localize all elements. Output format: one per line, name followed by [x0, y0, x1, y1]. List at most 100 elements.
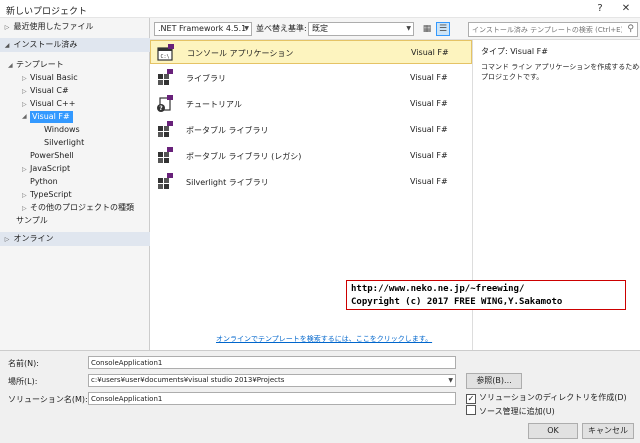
- left-nav-pane: ▷ 最近使用したファイル ◢ インストール済み ◢ テンプレート ▷ Visual …: [0, 18, 150, 350]
- small-icons-view-button[interactable]: ▦: [420, 22, 434, 36]
- tree-item-powershell[interactable]: PowerShell: [30, 150, 74, 162]
- svg-text:?: ?: [159, 105, 163, 112]
- cancel-button[interactable]: キャンセル: [582, 423, 634, 439]
- framework-value: .NET Framework 4.5.1: [158, 24, 247, 33]
- tree-item-samples[interactable]: サンプル: [16, 215, 48, 227]
- tree-item-javascript[interactable]: ▷ JavaScript: [22, 163, 70, 175]
- expand-caret-icon: ▷: [4, 24, 10, 31]
- template-name: ポータブル ライブラリ (レガシ): [186, 152, 302, 161]
- ok-button[interactable]: OK: [528, 423, 578, 439]
- source-control-label: ソース管理に追加(U): [479, 407, 555, 416]
- create-directory-label: ソリューションのディレクトリを作成(D): [479, 393, 627, 402]
- template-name: ライブラリ: [186, 74, 226, 83]
- online-templates-link[interactable]: オンラインでテンプレートを検索するには、ここをクリックします。: [216, 334, 432, 344]
- tree-templates-label: テンプレート: [16, 60, 64, 69]
- checkmark-icon: ✓: [466, 394, 476, 404]
- nav-installed-label: インストール済み: [13, 40, 78, 49]
- tutorial-icon: ?: [157, 95, 173, 112]
- collapse-arrow-icon: ◢: [22, 113, 27, 120]
- tree-item-python[interactable]: Python: [30, 176, 58, 188]
- watermark-copyright: Copyright (c) 2017 FREE WING,Y.Sakamoto: [351, 297, 563, 307]
- framework-dropdown[interactable]: .NET Framework 4.5.1 ▼: [154, 22, 252, 36]
- console-app-icon: C:\: [157, 44, 174, 61]
- template-row-portable-library-legacy[interactable]: ポータブル ライブラリ (レガシ) Visual F#: [150, 144, 472, 168]
- search-icon[interactable]: ⚲: [627, 24, 634, 34]
- create-directory-checkbox[interactable]: ✓ ソリューションのディレクトリを作成(D): [466, 392, 627, 404]
- tree-item-visual-basic[interactable]: ▷ Visual Basic: [22, 72, 78, 84]
- close-button[interactable]: ✕: [618, 2, 634, 16]
- copyright-watermark: http://www.neko.ne.jp/~freewing/ Copyrig…: [346, 280, 626, 310]
- tree-item-visual-cpp[interactable]: ▷ Visual C++: [22, 98, 75, 110]
- expand-arrow-icon: ▷: [22, 75, 27, 82]
- template-name: コンソール アプリケーション: [187, 49, 294, 58]
- template-description-line2: プロジェクトです。: [481, 73, 544, 81]
- list-view-icon: ☰: [438, 24, 448, 34]
- chevron-down-icon: ▼: [406, 25, 411, 32]
- template-row-silverlight-library[interactable]: Silverlight ライブラリ Visual F#: [150, 170, 472, 194]
- silverlight-library-icon: [158, 173, 173, 189]
- template-language: Visual F#: [410, 125, 448, 134]
- template-row-console-app[interactable]: C:\ コンソール アプリケーション Visual F#: [150, 40, 472, 64]
- template-description-line1: コマンド ライン アプリケーションを作成するための: [481, 63, 640, 71]
- template-language: Visual F#: [411, 48, 449, 57]
- nav-recent-label: 最近使用したファイル: [13, 22, 94, 31]
- collapse-arrow-icon: ◢: [8, 62, 13, 69]
- solution-name-label: ソリューション名(M):: [8, 395, 88, 404]
- list-view-button[interactable]: ☰: [436, 22, 450, 36]
- template-row-library[interactable]: ライブラリ Visual F#: [150, 66, 472, 90]
- tree-templates[interactable]: ◢ テンプレート: [8, 59, 64, 71]
- location-combobox[interactable]: c:¥users¥user¥documents¥visual studio 20…: [88, 374, 456, 387]
- project-form: 名前(N): 場所(L): c:¥users¥user¥documents¥vi…: [0, 350, 640, 443]
- template-language: Visual F#: [410, 151, 448, 160]
- sort-dropdown[interactable]: 既定 ▼: [308, 22, 414, 36]
- chevron-down-icon: ▼: [244, 25, 249, 32]
- browse-button[interactable]: 参照(B)...: [466, 373, 522, 389]
- template-type: タイプ: Visual F#: [481, 46, 548, 57]
- template-search-box[interactable]: ⚲: [468, 22, 638, 37]
- nav-online-label: オンライン: [13, 234, 54, 243]
- type-label: タイプ:: [481, 47, 508, 56]
- tree-item-silverlight[interactable]: Silverlight: [44, 137, 84, 149]
- tree-item-visual-fsharp[interactable]: ◢ Visual F#: [22, 111, 73, 123]
- empty-checkbox-icon: [466, 405, 476, 415]
- expand-caret-icon: ▷: [4, 236, 10, 243]
- tree-item-visual-fsharp-label: Visual F#: [30, 111, 73, 123]
- location-label: 場所(L):: [8, 377, 38, 386]
- type-value: Visual F#: [510, 47, 548, 56]
- expand-arrow-icon: ▷: [22, 192, 27, 199]
- template-language: Visual F#: [410, 99, 448, 108]
- source-control-checkbox[interactable]: ソース管理に追加(U): [466, 405, 555, 417]
- solution-name-input[interactable]: [88, 392, 456, 405]
- help-button[interactable]: ?: [592, 2, 608, 16]
- template-row-portable-library[interactable]: ポータブル ライブラリ Visual F#: [150, 118, 472, 142]
- nav-recent[interactable]: ▷ 最近使用したファイル: [0, 20, 94, 34]
- portable-library-legacy-icon: [158, 147, 173, 163]
- library-icon: [158, 69, 173, 85]
- svg-text:C:\: C:\: [161, 54, 170, 60]
- template-toolbar: .NET Framework 4.5.1 ▼ 並べ替え基準: 既定 ▼ ▦ ☰ …: [150, 18, 640, 40]
- sort-value: 既定: [312, 24, 328, 33]
- tree-item-typescript[interactable]: ▷ TypeScript: [22, 189, 72, 201]
- nav-online[interactable]: ▷ オンライン: [0, 232, 150, 246]
- location-value: c:¥users¥user¥documents¥visual studio 20…: [91, 376, 285, 384]
- tree-item-windows[interactable]: Windows: [44, 124, 80, 136]
- sort-label: 並べ替え基準:: [256, 24, 307, 33]
- tree-item-other-projects[interactable]: ▷ その他のプロジェクトの種類: [22, 202, 134, 214]
- project-name-input[interactable]: [88, 356, 456, 369]
- expand-arrow-icon: ▷: [22, 166, 27, 173]
- chevron-down-icon: ▼: [448, 377, 453, 384]
- tree-item-visual-csharp[interactable]: ▷ Visual C#: [22, 85, 69, 97]
- expand-arrow-icon: ▷: [22, 101, 27, 108]
- nav-installed[interactable]: ◢ インストール済み: [0, 38, 150, 52]
- template-name: Silverlight ライブラリ: [186, 178, 269, 187]
- template-search-input[interactable]: [472, 24, 622, 35]
- portable-library-icon: [158, 121, 173, 137]
- template-language: Visual F#: [410, 177, 448, 186]
- collapse-caret-icon: ◢: [4, 42, 10, 49]
- template-name: ポータブル ライブラリ: [186, 126, 269, 135]
- watermark-url: http://www.neko.ne.jp/~freewing/: [351, 284, 525, 294]
- name-label: 名前(N):: [8, 359, 39, 368]
- window-title: 新しいプロジェクト: [6, 7, 88, 17]
- expand-arrow-icon: ▷: [22, 88, 27, 95]
- template-row-tutorial[interactable]: ? チュートリアル Visual F#: [150, 92, 472, 116]
